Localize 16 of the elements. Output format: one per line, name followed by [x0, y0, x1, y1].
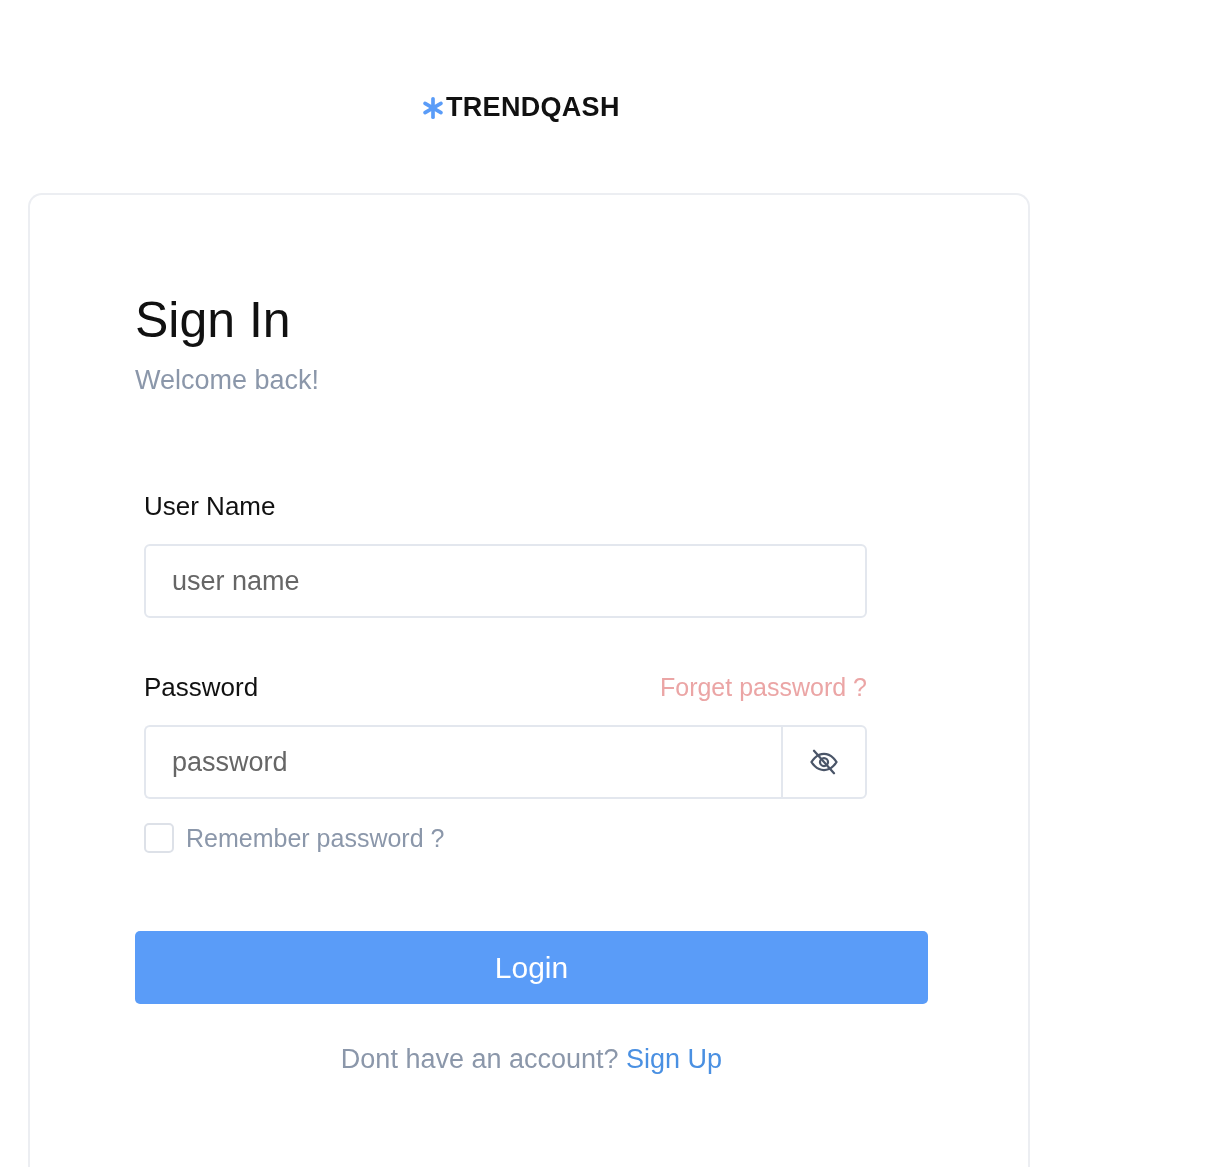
username-label: User Name: [144, 491, 277, 522]
asterisk-icon: [422, 96, 444, 119]
signup-prompt: Dont have an account?: [340, 1044, 619, 1074]
remember-label: Remember password ?: [186, 823, 445, 853]
password-label: Password: [144, 672, 259, 703]
subtitle: Welcome back!: [135, 365, 321, 396]
toggle-visibility-button[interactable]: [781, 725, 867, 799]
login-button[interactable]: Login: [135, 931, 928, 1004]
eye-slash-icon: [809, 747, 839, 777]
password-field[interactable]: password: [144, 725, 781, 799]
forget-password-link[interactable]: Forget password ?: [659, 673, 867, 702]
logo-text: TRENDQASH: [446, 92, 620, 123]
sign-up-link[interactable]: Sign Up: [626, 1044, 723, 1074]
remember-checkbox[interactable]: [144, 823, 174, 853]
username-field[interactable]: user name: [144, 544, 867, 618]
page-title: Sign In: [135, 295, 292, 345]
